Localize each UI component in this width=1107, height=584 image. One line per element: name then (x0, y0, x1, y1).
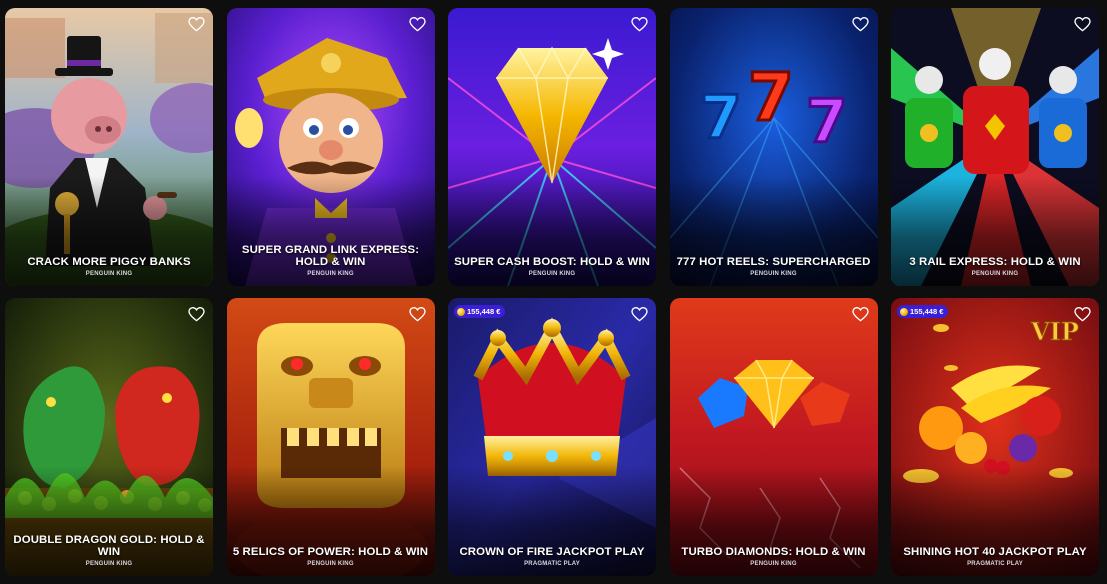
svg-text:VIP: VIP (1030, 317, 1079, 346)
game-title: 777 HOT REELS: SUPERCHARGED (676, 256, 871, 268)
game-provider: PENGUIN KING (307, 561, 354, 567)
game-provider: PRAGMATIC PLAY (524, 561, 580, 567)
game-card[interactable]: 5 RELICS OF POWER: HOLD & WIN PENGUIN KI… (226, 298, 435, 576)
game-info: SUPER CASH BOOST: HOLD & WIN PENGUIN KIN… (454, 256, 650, 278)
game-provider: PENGUIN KING (85, 271, 133, 277)
heart-outline-icon[interactable] (630, 16, 648, 33)
game-provider: PENGUIN KING (85, 561, 133, 567)
game-info: 777 HOT REELS: SUPERCHARGED PENGUIN KING (676, 256, 872, 278)
game-provider: PRAGMATIC PLAY (967, 561, 1023, 567)
heart-outline-icon[interactable] (852, 16, 870, 33)
game-info: DOUBLE DRAGON GOLD: HOLD & WIN PENGUIN K… (11, 534, 207, 568)
game-card[interactable]: SUPER GRAND LINK EXPRESS: HOLD & WIN PEN… (226, 8, 435, 286)
game-title: CRACK MORE PIGGY BANKS (27, 256, 191, 268)
game-info: CROWN OF FIRE JACKPOT PLAY PRAGMATIC PLA… (454, 546, 650, 568)
game-title: SUPER CASH BOOST: HOLD & WIN (454, 256, 650, 268)
game-info: CRACK MORE PIGGY BANKS PENGUIN KING (11, 256, 207, 278)
game-card[interactable]: VIP 155,448 € SHINING HOT 40 JACKPOT PLA… (891, 298, 1099, 576)
coin-icon (457, 307, 465, 316)
game-provider: PENGUIN KING (971, 271, 1019, 277)
game-title: 3 RAIL EXPRESS: HOLD & WIN (909, 256, 1081, 268)
game-title: SHINING HOT 40 JACKPOT PLAY (903, 546, 1087, 558)
games-grid: CRACK MORE PIGGY BANKS PENGUIN KING SUPE… (5, 8, 1099, 576)
game-title: DOUBLE DRAGON GOLD: HOLD & WIN (13, 534, 205, 558)
svg-text:7: 7 (700, 83, 742, 153)
jackpot-amount: 155,448 € (467, 307, 501, 316)
heart-outline-icon[interactable] (187, 306, 205, 323)
game-info: TURBO DIAMONDS: HOLD & WIN PENGUIN KING (676, 546, 872, 568)
game-title: 5 RELICS OF POWER: HOLD & WIN (232, 546, 429, 558)
game-info: 5 RELICS OF POWER: HOLD & WIN PENGUIN KI… (233, 546, 429, 568)
svg-text:7: 7 (806, 87, 848, 157)
game-card[interactable]: TURBO DIAMONDS: HOLD & WIN PENGUIN KING (669, 298, 878, 576)
heart-outline-icon[interactable] (409, 306, 427, 323)
jackpot-badge: 155,448 € (454, 305, 506, 318)
heart-outline-icon[interactable] (852, 306, 870, 323)
jackpot-amount: 155,448 € (910, 307, 944, 316)
heart-outline-icon[interactable] (630, 306, 648, 323)
game-title: CROWN OF FIRE JACKPOT PLAY (459, 546, 645, 558)
coin-icon (900, 307, 908, 316)
svg-text:7: 7 (748, 59, 794, 136)
game-card[interactable]: DOUBLE DRAGON GOLD: HOLD & WIN PENGUIN K… (5, 298, 213, 576)
game-card[interactable]: 155,448 € CROWN OF FIRE JACKPOT PLAY PRA… (448, 298, 656, 576)
game-card[interactable]: CRACK MORE PIGGY BANKS PENGUIN KING (5, 8, 213, 286)
game-provider: PENGUIN KING (307, 271, 354, 277)
heart-outline-icon[interactable] (409, 16, 427, 33)
game-title: TURBO DIAMONDS: HOLD & WIN (681, 546, 866, 558)
game-info: 3 RAIL EXPRESS: HOLD & WIN PENGUIN KING (897, 256, 1093, 278)
heart-outline-icon[interactable] (1073, 16, 1091, 33)
heart-outline-icon[interactable] (187, 16, 205, 33)
heart-outline-icon[interactable] (1073, 306, 1091, 323)
game-provider: PENGUIN KING (750, 561, 797, 567)
game-card[interactable]: 3 RAIL EXPRESS: HOLD & WIN PENGUIN KING (891, 8, 1099, 286)
game-info: SUPER GRAND LINK EXPRESS: HOLD & WIN PEN… (233, 244, 429, 278)
game-title: SUPER GRAND LINK EXPRESS: HOLD & WIN (241, 244, 420, 268)
game-card[interactable]: 7 7 7 777 HOT REELS: SUPERCHARGED PENGUI… (669, 8, 878, 286)
game-info: SHINING HOT 40 JACKPOT PLAY PRAGMATIC PL… (897, 546, 1093, 568)
game-provider: PENGUIN KING (750, 271, 797, 277)
jackpot-badge: 155,448 € (897, 305, 949, 318)
game-card[interactable]: SUPER CASH BOOST: HOLD & WIN PENGUIN KIN… (448, 8, 656, 286)
game-provider: PENGUIN KING (528, 271, 576, 277)
